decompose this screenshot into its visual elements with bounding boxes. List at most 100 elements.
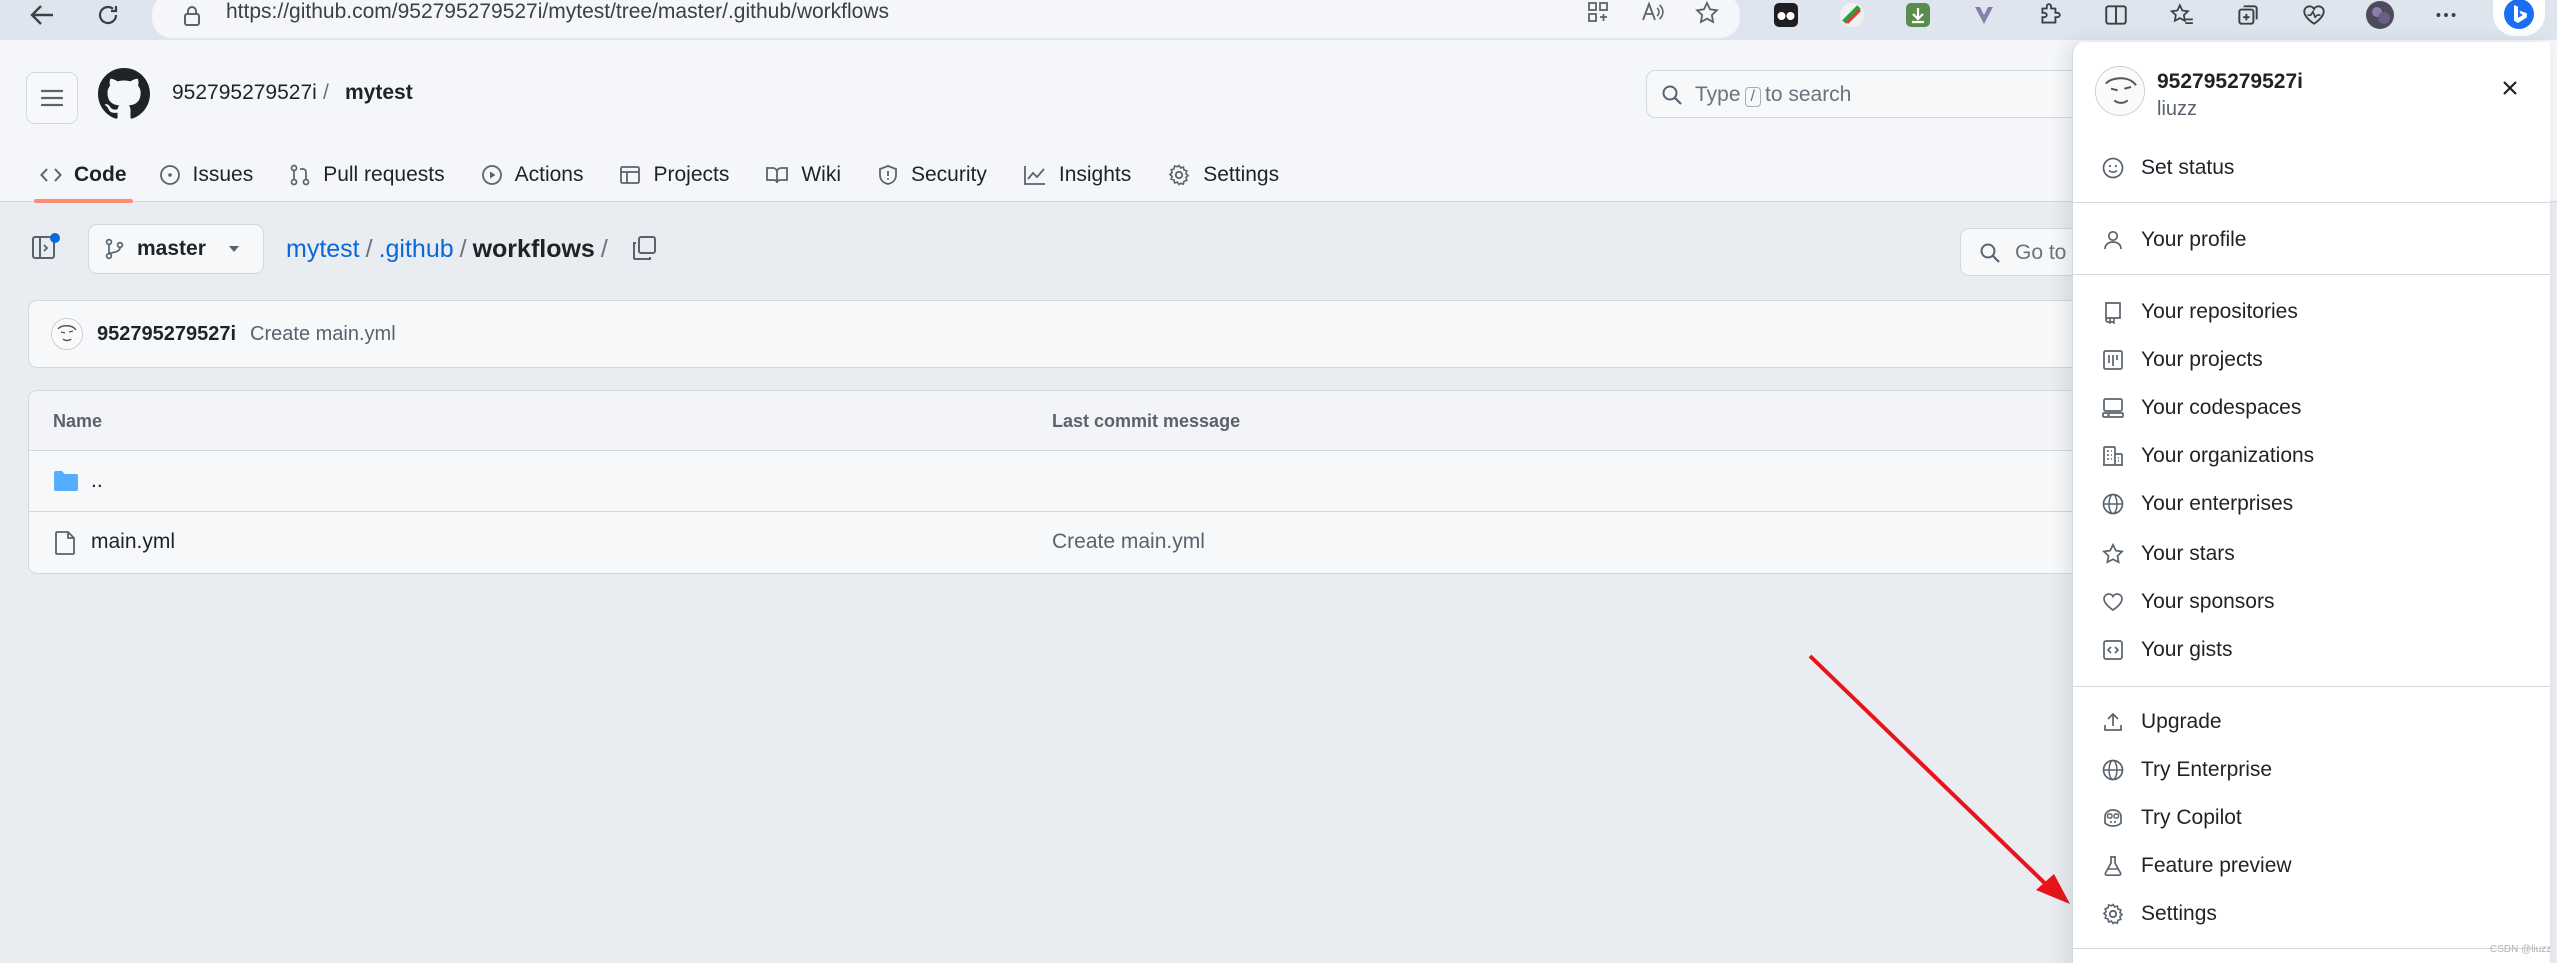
copilot-icon [2104,809,2122,827]
extension-download-icon[interactable] [1902,0,1934,30]
menu-item-set-status[interactable]: Set status [2093,148,2533,188]
commit-author[interactable]: 952795279527i [97,323,236,346]
menu-item-try-enterprise[interactable]: Try Enterprise [2093,750,2533,790]
file-table: Name Last commit message .. main.yml Cre… [28,390,2128,574]
table-row[interactable]: .. [29,451,2127,512]
tab-security[interactable]: Security [877,148,987,202]
menu-item-label: Set status [2141,156,2235,179]
extension-v-icon[interactable] [1968,0,2000,30]
reload-button[interactable] [84,0,132,30]
app-grid-icon[interactable] [1586,0,1610,24]
tab-projects[interactable]: Projects [619,148,729,202]
path-github-link[interactable]: .github [379,235,454,263]
menu-item-feature-preview[interactable]: Feature preview [2093,846,2533,886]
address-bar[interactable]: https://github.com/952795279527i/mytest/… [152,0,1740,38]
tab-label: Code [74,163,127,186]
code-icon [40,168,62,182]
menu-item-your-repositories[interactable]: Your repositories [2093,292,2533,332]
search-input[interactable]: Type / to search [1646,70,2086,118]
caret-down-icon [228,246,239,252]
path-root-link[interactable]: mytest [286,235,360,263]
extension-glasses-icon[interactable] [1770,0,1802,30]
profile-avatar-icon[interactable] [2364,0,2396,30]
repo-content: master mytest / .github / workflows / Go to 9… [0,202,2128,963]
github-logo[interactable] [98,68,150,125]
file-icon [55,531,75,555]
menu-item-upgrade[interactable]: Upgrade [2093,702,2533,742]
back-button[interactable] [18,0,66,30]
user-menu-header: 952795279527i liuzz [2073,42,2550,122]
github-mark-icon [98,68,150,119]
close-icon[interactable] [2500,78,2520,98]
copy-path-button[interactable] [630,234,658,267]
file-name[interactable]: .. [91,469,103,493]
tab-label: Pull requests [323,163,445,186]
tab-wiki[interactable]: Wiki [765,148,841,202]
tab-code[interactable]: Code [34,148,132,203]
menu-item-label: Try Enterprise [2141,758,2273,781]
play-icon [481,165,502,185]
breadcrumb-repo[interactable]: mytest [345,81,413,105]
file-name[interactable]: main.yml [91,530,175,554]
menu-item-your-sponsors[interactable]: Your sponsors [2093,582,2533,622]
tab-insights[interactable]: Insights [1023,148,1131,202]
table-row[interactable]: main.yml Create main.yml [29,512,2127,573]
menu-item-your-gists[interactable]: Your gists [2093,630,2533,670]
menu-divider [2073,948,2550,949]
extensions-puzzle-icon[interactable] [2034,0,2066,30]
read-aloud-icon[interactable] [1640,0,1664,24]
menu-item-your-stars[interactable]: Your stars [2093,534,2533,574]
latest-commit-bar: 952795279527i Create main.yml [28,300,2128,368]
tab-settings[interactable]: Settings [1167,148,1279,202]
person-icon [2104,230,2122,250]
menu-item-your-profile[interactable]: Your profile [2093,220,2533,260]
avatar-face-icon [53,320,81,348]
avatar[interactable] [51,318,83,350]
favorite-star-icon[interactable] [1694,0,1720,26]
menu-item-your-codespaces[interactable]: Your codespaces [2093,388,2533,428]
copilot-sidebar-button[interactable] [2493,0,2545,36]
menu-item-label: Your sponsors [2141,590,2275,613]
reload-icon [98,5,118,25]
file-path-breadcrumb: mytest / .github / workflows / [286,235,614,264]
heart-icon [2103,593,2123,611]
organization-icon [2103,446,2123,466]
tab-label: Projects [653,163,730,186]
menu-button[interactable] [26,72,78,124]
menu-divider [2073,274,2550,275]
menu-item-your-projects[interactable]: Your projects [2093,340,2533,380]
expand-file-tree-button[interactable] [30,232,60,267]
gear-icon [2102,903,2124,925]
graph-icon [1023,166,1045,185]
path-separator: / [459,235,467,263]
code-square-icon [2103,640,2123,660]
menu-item-label: Your enterprises [2141,492,2294,515]
favorites-icon[interactable] [2166,0,2198,30]
file-commit-message[interactable]: Create main.yml [1052,530,1205,554]
menu-item-try-copilot[interactable]: Try Copilot [2093,798,2533,838]
tab-pull-requests[interactable]: Pull requests [289,148,445,202]
upload-icon [2104,712,2122,731]
star-icon [2102,542,2124,564]
menu-item-your-enterprises[interactable]: Your enterprises [2093,484,2533,524]
extension-color-icon[interactable] [1836,0,1868,30]
branch-selector[interactable]: master [88,224,264,274]
menu-divider [2073,686,2550,687]
menu-item-settings[interactable]: Settings [2093,894,2533,934]
breadcrumb-owner[interactable]: 952795279527i [172,81,317,105]
tab-actions[interactable]: Actions [481,148,583,202]
path-separator: / [365,235,373,263]
lock-icon [184,6,200,26]
menu-item-label: Your organizations [2141,444,2315,467]
performance-heart-icon[interactable] [2298,0,2330,30]
search-icon [1662,85,1682,105]
collections-icon[interactable] [2232,0,2264,30]
menu-item-your-organizations[interactable]: Your organizations [2093,436,2533,476]
split-screen-icon[interactable] [2100,0,2132,30]
avatar[interactable] [2095,66,2145,116]
go-to-file-placeholder: Go to [2015,241,2067,264]
tab-issues[interactable]: Issues [159,148,253,202]
menu-item-label: Your profile [2141,228,2247,251]
commit-message[interactable]: Create main.yml [250,323,396,346]
more-options-icon[interactable] [2430,0,2462,30]
